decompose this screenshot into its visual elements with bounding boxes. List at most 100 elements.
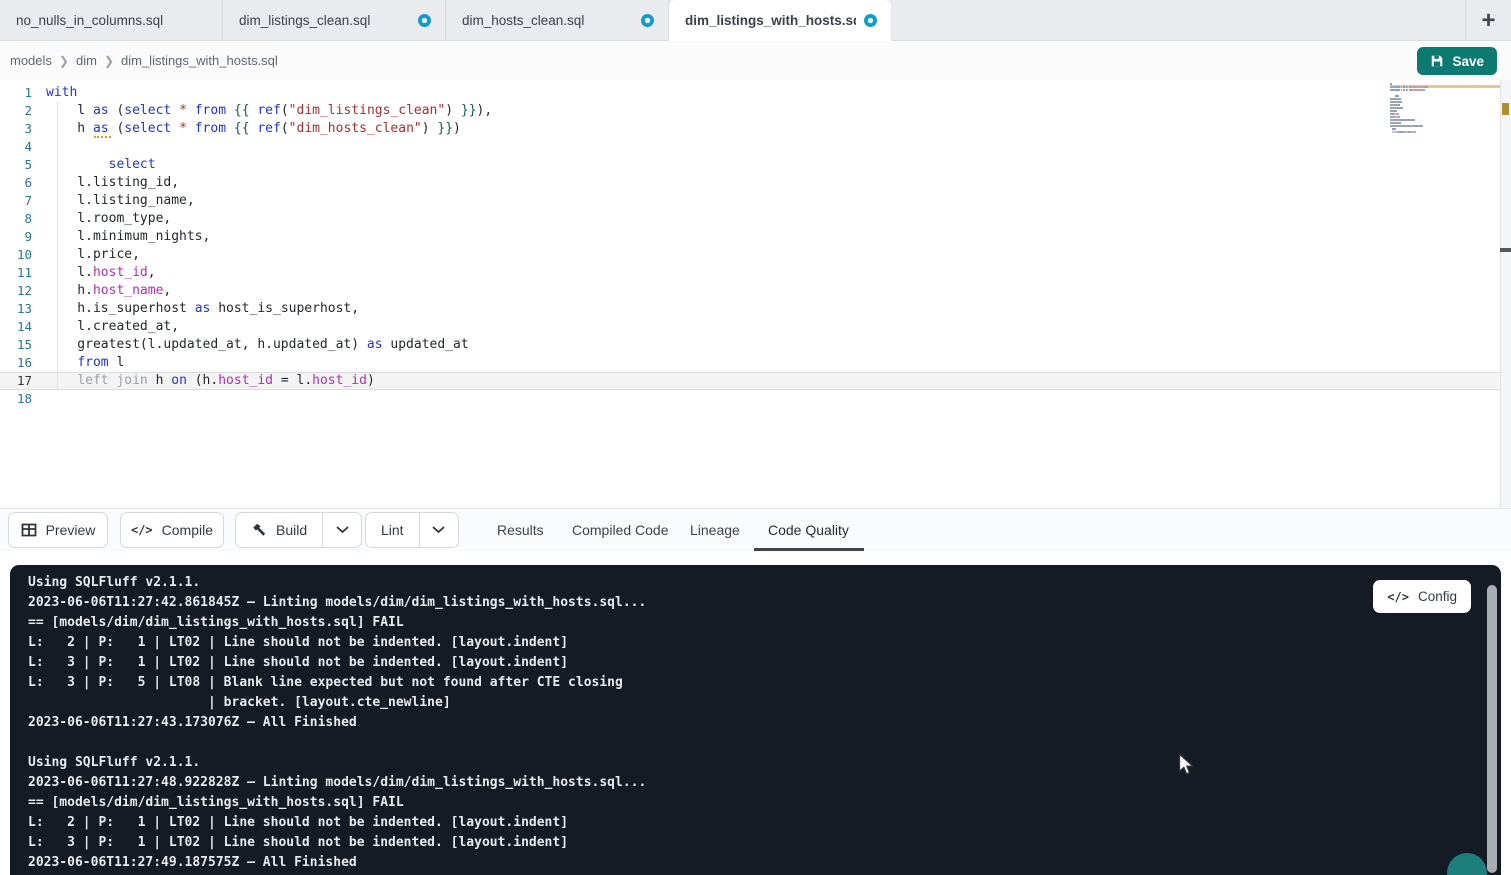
code-text: l.minimum_nights, [46,228,210,246]
indent-guide [57,102,58,390]
code-line[interactable]: 11 l.host_id, [0,264,1511,282]
editor-tab[interactable]: dim_listings_clean.sql [223,0,446,40]
minimap-segment [1411,89,1422,91]
preview-button[interactable]: Preview [8,512,108,548]
code-line[interactable]: 12 h.host_name, [0,282,1511,300]
minimap-line [1390,107,1462,109]
minimap-segment [1395,128,1396,130]
code-line[interactable]: 6 l.listing_id, [0,174,1511,192]
editor-minimap[interactable] [1390,83,1462,137]
line-number: 6 [0,174,46,192]
terminal-line: | bracket. [layout.cte_newline] [28,693,1501,713]
minimap-line [1390,92,1462,94]
terminal-line: L: 3 | P: 1 | LT02 | Line should not be … [28,833,1501,853]
code-line[interactable]: 18 [0,390,1511,408]
minimap-line [1390,122,1462,124]
overview-ruler-warning-mark [1502,103,1509,115]
lint-dropdown-button[interactable] [419,513,458,547]
code-text: h.is_superhost as host_is_superhost, [46,300,359,318]
build-button[interactable]: Build [236,513,322,547]
code-text: l as (select * from {{ ref("dim_listings… [46,102,492,120]
code-text: left join h on (h.host_id = l.host_id) [46,372,375,390]
breadcrumb-item[interactable]: dim [76,53,97,68]
minimap-line [1390,128,1462,130]
code-line[interactable]: 2 l as (select * from {{ ref("dim_listin… [0,102,1511,120]
minimap-line [1390,125,1462,127]
file-header-bar: models❯dim❯dim_listings_with_hosts.sql S… [0,41,1511,80]
minimap-line [1390,101,1462,103]
code-line[interactable]: 17 left join h on (h.host_id = l.host_id… [0,372,1511,390]
minimap-segment [1390,101,1402,103]
minimap-line [1390,110,1462,112]
tab-code-quality[interactable]: Code Quality [768,509,849,551]
config-button[interactable]: </> Config [1373,580,1471,613]
compile-button[interactable]: </> Compile [120,512,224,548]
minimap-segment [1390,122,1401,124]
editor-tab-bar: no_nulls_in_columns.sql dim_listings_clea… [0,0,1511,41]
line-number: 5 [0,156,46,174]
editor-tab-label: dim_listings_clean.sql [239,13,370,28]
code-line[interactable]: 14 l.created_at, [0,318,1511,336]
code-line[interactable]: 7 l.listing_name, [0,192,1511,210]
terminal-output: Using SQLFluff v2.1.1.2023-06-06T11:27:4… [10,565,1501,873]
save-button[interactable]: Save [1417,47,1497,75]
terminal-line: 2023-06-06T11:27:49.187575Z — All Finish… [28,853,1501,873]
code-line[interactable]: 15 greatest(l.updated_at, h.updated_at) … [0,336,1511,354]
breadcrumb-item[interactable]: dim_listings_with_hosts.sql [121,53,278,68]
tab-compiled-code[interactable]: Compiled Code [572,509,669,551]
editor-tab[interactable]: dim_listings_with_hosts.sql [669,0,892,41]
minimap-segment [1395,95,1399,97]
terminal-scrollbar[interactable] [1487,585,1497,873]
line-number: 4 [0,138,46,156]
code-text: l.listing_name, [46,192,195,210]
code-line[interactable]: 13 h.is_superhost as host_is_superhost, [0,300,1511,318]
chevron-down-icon [336,526,349,534]
code-editor[interactable]: 1with2 l as (select * from {{ ref("dim_l… [0,80,1511,508]
minimap-segment [1390,125,1415,127]
modified-indicator-icon [418,14,431,27]
code-line[interactable]: 9 l.minimum_nights, [0,228,1511,246]
code-line[interactable]: 10 l.price, [0,246,1511,264]
line-number: 1 [0,84,46,102]
overview-ruler[interactable] [1500,80,1511,508]
breadcrumb-item[interactable]: models [10,53,52,68]
line-number: 14 [0,318,46,336]
code-line[interactable]: 4 [0,138,1511,156]
code-text: with [46,84,77,102]
editor-tabs: no_nulls_in_columns.sql dim_listings_clea… [0,0,892,40]
build-dropdown-button[interactable] [322,513,361,547]
tab-results[interactable]: Results [497,509,544,551]
code-line[interactable]: 5 select [0,156,1511,174]
minimap-segment [1390,98,1401,100]
modified-indicator-icon [641,14,654,27]
lint-output-terminal[interactable]: Using SQLFluff v2.1.1.2023-06-06T11:27:4… [10,565,1501,875]
line-number: 10 [0,246,46,264]
code-line[interactable]: 3 h as (select * from {{ ref("dim_hosts_… [0,120,1511,138]
minimap-segment [1390,104,1400,106]
code-line[interactable]: 16 from l [0,354,1511,372]
config-button-label: Config [1418,589,1457,604]
code-text: l.created_at, [46,318,179,336]
lint-button-group: Lint [365,512,459,548]
chevron-right-icon: ❯ [104,54,114,68]
minimap-segment [1390,107,1403,109]
editor-tab[interactable]: dim_hosts_clean.sql [446,0,669,40]
line-number: 3 [0,120,46,138]
lint-button-label: Lint [381,522,404,538]
code-line[interactable]: 8 l.room_type, [0,210,1511,228]
minimap-segment [1399,116,1400,118]
new-tab-button[interactable]: + [1465,0,1511,41]
action-toolbar: Preview </> Compile Build Lint [0,508,1511,551]
minimap-line [1390,83,1462,85]
minimap-line [1390,131,1462,133]
editor-tab[interactable]: no_nulls_in_columns.sql [0,0,223,40]
code-line[interactable]: 1with [0,84,1511,102]
minimap-segment [1411,86,1423,88]
save-button-label: Save [1452,54,1484,69]
lint-button[interactable]: Lint [366,513,419,547]
code-text: greatest(l.updated_at, h.updated_at) as … [46,336,469,354]
build-button-label: Build [276,522,307,538]
editor-tab-label: dim_hosts_clean.sql [462,13,584,28]
minimap-line [1390,113,1462,115]
tab-lineage[interactable]: Lineage [690,509,740,551]
